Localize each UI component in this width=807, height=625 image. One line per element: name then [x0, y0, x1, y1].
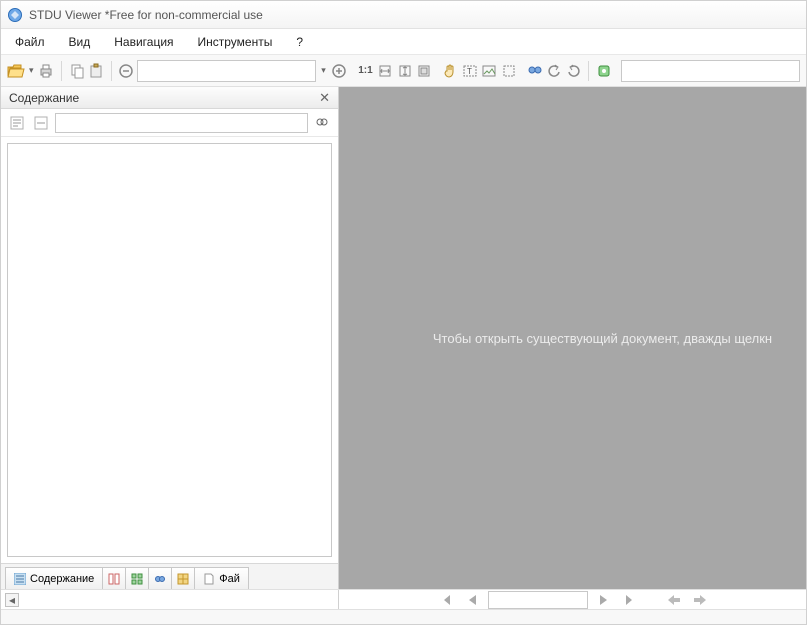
select-text-button[interactable]: T [461, 59, 479, 83]
expand-all-button[interactable] [7, 113, 27, 133]
sidebar-filter-input[interactable] [55, 113, 308, 133]
tab-pages[interactable] [102, 567, 126, 589]
print-button[interactable] [38, 59, 56, 83]
status-bar [1, 610, 806, 624]
sidebar: Содержание ✕ Содержание [1, 87, 339, 589]
select-region-button[interactable] [500, 59, 518, 83]
sidebar-hscroll: ◂ [1, 590, 339, 609]
menu-tools[interactable]: Инструменты [188, 32, 283, 52]
sidebar-title: Содержание [9, 91, 79, 105]
zoom-in-button[interactable] [331, 59, 349, 83]
scale-1-1-button[interactable]: 1:1 [357, 59, 375, 83]
canvas-hint: Чтобы открыть существующий документ, два… [373, 331, 772, 346]
open-button[interactable] [7, 59, 25, 83]
menu-navigation[interactable]: Навигация [104, 32, 183, 52]
rotate-right-button[interactable] [565, 59, 583, 83]
app-icon [7, 7, 23, 23]
tab-search[interactable] [148, 567, 172, 589]
collapse-all-button[interactable] [31, 113, 51, 133]
paste-button[interactable] [87, 59, 105, 83]
tab-files-label: Фай [219, 573, 240, 585]
zoom-out-button[interactable] [118, 59, 136, 83]
separator [111, 61, 112, 81]
settings-button[interactable] [595, 59, 613, 83]
separator [588, 61, 589, 81]
next-page-button[interactable] [594, 591, 614, 609]
thumbnails-icon [131, 573, 143, 585]
page-number-field[interactable] [488, 591, 588, 609]
select-image-button[interactable] [480, 59, 498, 83]
sidebar-tabs: Содержание Фай [1, 563, 338, 589]
page-navigation [339, 590, 806, 609]
tab-thumbnails[interactable] [125, 567, 149, 589]
sidebar-header: Содержание ✕ [1, 87, 338, 109]
window-title: STDU Viewer *Free for non-commercial use [29, 8, 263, 22]
menu-help[interactable]: ? [286, 32, 313, 52]
menu-view[interactable]: Вид [59, 32, 101, 52]
menu-file[interactable]: Файл [5, 32, 55, 52]
document-canvas[interactable]: Чтобы открыть существующий документ, два… [339, 87, 806, 589]
dropdown-arrow-icon[interactable]: ▾ [27, 65, 36, 76]
pages-icon [108, 573, 120, 585]
tab-contents[interactable]: Содержание [5, 567, 103, 589]
content-area: Содержание ✕ Содержание [1, 87, 806, 590]
tab-bookmarks[interactable] [171, 567, 195, 589]
main-toolbar: ▾ ▾ 1:1 T [1, 55, 806, 87]
binoculars-icon [154, 573, 166, 585]
file-icon [203, 573, 215, 585]
sidebar-close-button[interactable]: ✕ [319, 90, 330, 106]
tab-contents-label: Содержание [30, 573, 94, 585]
fit-height-button[interactable] [396, 59, 414, 83]
bottom-strip: ◂ [1, 590, 806, 610]
separator [61, 61, 62, 81]
nav-back-button[interactable] [664, 591, 684, 609]
dropdown-arrow-icon[interactable]: ▾ [318, 65, 329, 76]
sidebar-toolbar [1, 109, 338, 137]
first-page-button[interactable] [436, 591, 456, 609]
grid-icon [177, 573, 189, 585]
svg-text:T: T [467, 67, 472, 76]
find-button[interactable] [526, 59, 544, 83]
menu-bar: Файл Вид Навигация Инструменты ? [1, 29, 806, 55]
fit-width-button[interactable] [376, 59, 394, 83]
prev-page-button[interactable] [462, 591, 482, 609]
nav-forward-button[interactable] [690, 591, 710, 609]
scroll-left-button[interactable]: ◂ [5, 593, 19, 607]
search-field[interactable] [621, 60, 800, 82]
hand-tool-button[interactable] [441, 59, 459, 83]
tab-files[interactable]: Фай [194, 567, 249, 589]
zoom-field[interactable] [137, 60, 316, 82]
contents-tree[interactable] [7, 143, 332, 557]
sidebar-find-button[interactable] [312, 113, 332, 133]
copy-button[interactable] [68, 59, 86, 83]
list-icon [14, 573, 26, 585]
rotate-left-button[interactable] [545, 59, 563, 83]
title-bar: STDU Viewer *Free for non-commercial use [1, 1, 806, 29]
last-page-button[interactable] [620, 591, 640, 609]
fit-page-button[interactable] [415, 59, 433, 83]
